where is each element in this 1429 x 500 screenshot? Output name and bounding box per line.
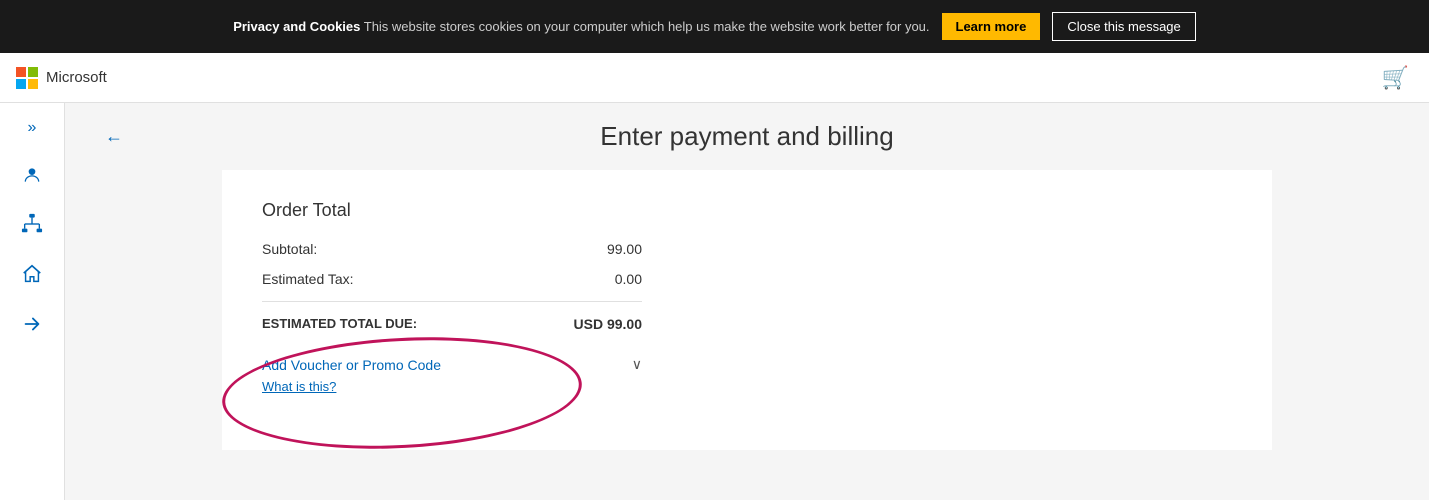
microsoft-text: Microsoft	[46, 69, 107, 86]
ms-logo-red	[16, 67, 26, 77]
sidebar-collapse-button[interactable]: »	[28, 119, 37, 137]
ms-logo-blue	[16, 79, 26, 89]
sidebar-item-home[interactable]	[21, 263, 43, 285]
tax-value: 0.00	[615, 271, 642, 287]
sidebar-item-person[interactable]	[22, 165, 42, 185]
cart-icon[interactable]: 🛒	[1382, 65, 1409, 91]
page-title-bar: ← Enter payment and billing	[105, 103, 1389, 170]
tax-label: Estimated Tax:	[262, 271, 354, 287]
order-card: Order Total Subtotal: 99.00 Estimated Ta…	[222, 170, 1272, 450]
voucher-section: Add Voucher or Promo Code ∨ What is this…	[262, 356, 642, 396]
ms-logo-grid	[16, 67, 38, 89]
back-button[interactable]: ←	[105, 126, 123, 147]
subtotal-label: Subtotal:	[262, 241, 317, 257]
cookie-banner: Privacy and Cookies This website stores …	[0, 0, 1429, 53]
main-layout: »	[0, 103, 1429, 500]
total-label: ESTIMATED TOTAL DUE:	[262, 316, 417, 332]
main-content: ← Enter payment and billing Order Total …	[65, 103, 1429, 500]
voucher-label[interactable]: Add Voucher or Promo Code	[262, 357, 441, 373]
what-is-this-link[interactable]: What is this?	[262, 379, 336, 394]
sidebar: »	[0, 103, 65, 500]
cookie-bold-text: Privacy and Cookies	[233, 19, 360, 34]
header: Microsoft 🛒	[0, 53, 1429, 103]
total-row: ESTIMATED TOTAL DUE: USD 99.00	[262, 316, 642, 332]
cookie-text: Privacy and Cookies This website stores …	[233, 19, 929, 34]
order-total-heading: Order Total	[262, 200, 1232, 221]
page-title: Enter payment and billing	[105, 121, 1389, 152]
sidebar-item-network[interactable]	[21, 213, 43, 235]
ms-logo-yellow	[28, 79, 38, 89]
ms-logo-green	[28, 67, 38, 77]
subtotal-row: Subtotal: 99.00	[262, 241, 642, 257]
close-message-button[interactable]: Close this message	[1052, 12, 1195, 41]
total-value: USD 99.00	[574, 316, 642, 332]
learn-more-button[interactable]: Learn more	[942, 13, 1041, 40]
order-divider	[262, 301, 642, 302]
sidebar-item-arrow[interactable]	[21, 313, 43, 335]
chevron-down-icon[interactable]: ∨	[632, 356, 642, 373]
cookie-normal-text: This website stores cookies on your comp…	[360, 19, 929, 34]
tax-row: Estimated Tax: 0.00	[262, 271, 642, 287]
voucher-row[interactable]: Add Voucher or Promo Code ∨	[262, 356, 642, 373]
microsoft-logo: Microsoft	[16, 67, 107, 89]
subtotal-value: 99.00	[607, 241, 642, 257]
